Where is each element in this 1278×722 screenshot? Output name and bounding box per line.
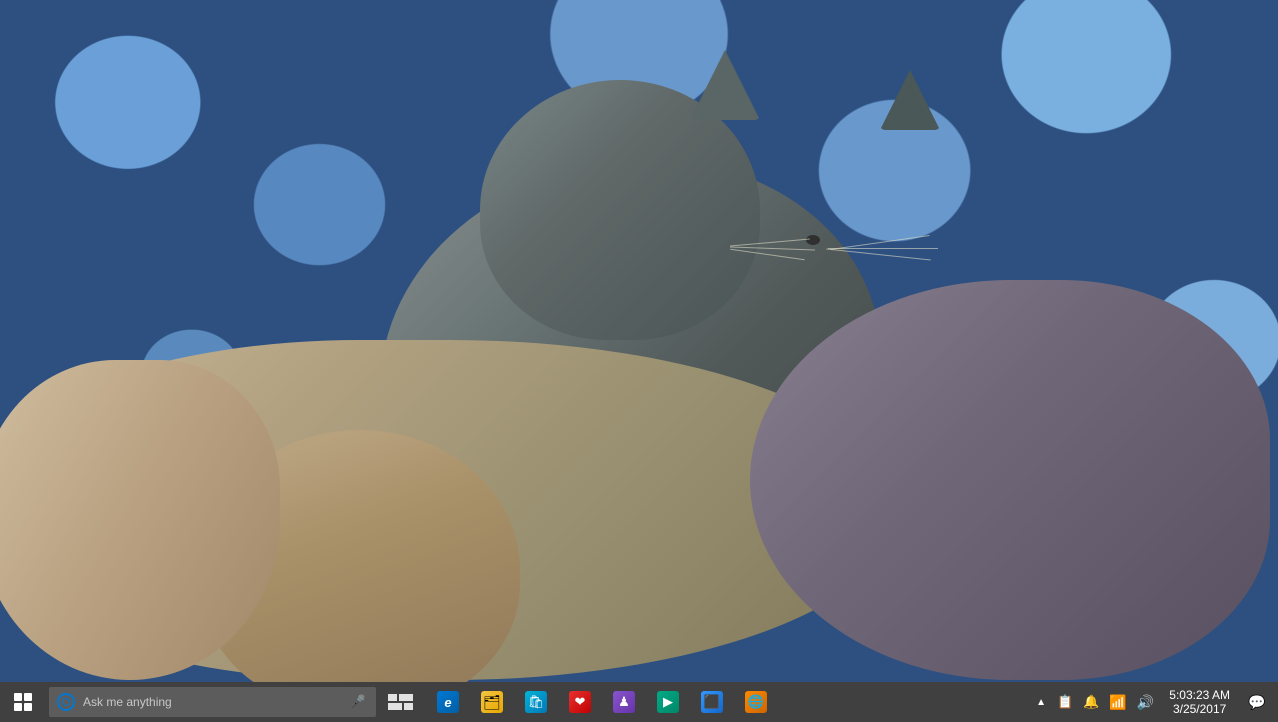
win-quad-tr: [24, 693, 32, 701]
taskbar-app-5[interactable]: ♟: [602, 682, 646, 722]
tv-rect-3: [388, 703, 402, 710]
tray-icons-group: 📋 🔔 📶 🔊: [1052, 682, 1159, 722]
action-center-button[interactable]: 💬: [1240, 682, 1274, 722]
action-center-icon: 💬: [1248, 694, 1265, 711]
dark-cat-ear-right: [880, 70, 940, 130]
win-quad-br: [24, 703, 32, 711]
tray-icon-1[interactable]: 📋: [1052, 682, 1078, 722]
dark-cat-head: [480, 80, 760, 340]
app5-icon: ♟: [613, 691, 635, 713]
tv-rect-2: [399, 694, 413, 701]
desktop-wallpaper: [0, 0, 1278, 682]
app4-icon: ❤: [569, 691, 591, 713]
cortana-icon: [57, 693, 75, 711]
clock-area[interactable]: 5:03:23 AM 3/25/2017: [1159, 682, 1240, 722]
taskbar-app-7[interactable]: ⬛: [690, 682, 734, 722]
store-icon: 🛍: [525, 691, 547, 713]
task-view-icon: [388, 694, 413, 710]
network-icon: 📶: [1109, 694, 1126, 711]
explorer-icon: 🗂: [481, 691, 503, 713]
whisker-5: [828, 248, 938, 249]
voice-search-icon[interactable]: 🎤: [348, 692, 368, 712]
tv-rect-4: [404, 703, 413, 710]
tray-icon-network[interactable]: 📶: [1104, 682, 1131, 722]
win-quad-bl: [14, 703, 22, 711]
cat-illustration: [0, 0, 1278, 682]
task-view-squares: [388, 694, 413, 710]
tray-icon-volume[interactable]: 🔊: [1132, 682, 1159, 722]
taskbar: Ask me anything 🎤 e 🗂 🛍: [0, 682, 1278, 722]
cortana-ring: [62, 698, 70, 706]
win-quad-tl: [14, 693, 22, 701]
volume-icon: 🔊: [1137, 694, 1154, 711]
task-view-button[interactable]: [378, 682, 422, 722]
taskbar-app-6[interactable]: ▶: [646, 682, 690, 722]
clock-date: 3/25/2017: [1173, 702, 1226, 716]
tray-icon-2[interactable]: 🔔: [1078, 682, 1104, 722]
edge-icon: e: [437, 691, 459, 713]
task-view-bottom-row: [388, 703, 413, 710]
tray-overflow-button[interactable]: ▲: [1030, 682, 1052, 722]
tray-icon-2-symbol: 🔔: [1083, 694, 1099, 710]
clock-time: 5:03:23 AM: [1169, 688, 1230, 702]
taskbar-pinned-apps: e 🗂 🛍 ❤ ♟ ▶ ⬛ 🌐: [426, 682, 778, 722]
taskbar-app-explorer[interactable]: 🗂: [470, 682, 514, 722]
app8-icon: 🌐: [745, 691, 767, 713]
dark-cat-nose: [806, 235, 820, 245]
taskbar-app-8[interactable]: 🌐: [734, 682, 778, 722]
taskbar-app-4[interactable]: ❤: [558, 682, 602, 722]
tray-overflow-chevron: ▲: [1036, 697, 1046, 708]
search-placeholder-text: Ask me anything: [83, 695, 172, 709]
app6-icon: ▶: [657, 691, 679, 713]
app7-icon: ⬛: [701, 691, 723, 713]
tv-rect-1: [388, 694, 397, 701]
dark-cat-ear-left: [690, 50, 760, 120]
task-view-top-row: [388, 694, 413, 701]
cat-right-mass: [750, 280, 1270, 680]
system-tray: ▲ 📋 🔔 📶 🔊 5:03:23 AM 3/25/2017 💬: [1030, 682, 1278, 722]
taskbar-app-edge[interactable]: e: [426, 682, 470, 722]
cortana-search-bar[interactable]: Ask me anything 🎤: [49, 687, 376, 717]
tray-icon-1-symbol: 📋: [1057, 694, 1073, 710]
taskbar-app-store[interactable]: 🛍: [514, 682, 558, 722]
windows-logo: [14, 693, 32, 711]
start-button[interactable]: [0, 682, 45, 722]
